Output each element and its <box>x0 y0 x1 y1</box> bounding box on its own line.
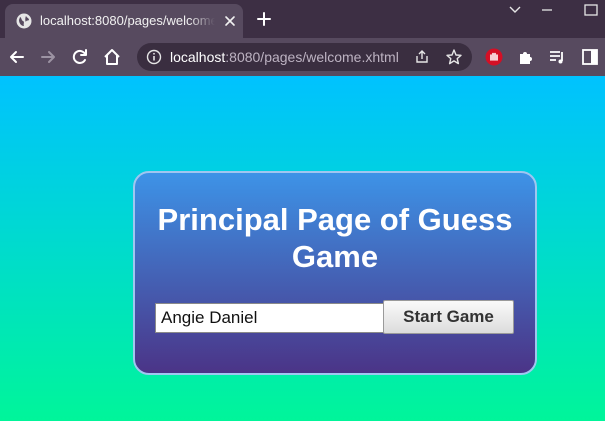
extensions-puzzle-icon[interactable] <box>516 47 536 67</box>
home-icon[interactable] <box>102 47 122 67</box>
start-game-button[interactable]: Start Game <box>383 300 514 334</box>
address-bar[interactable]: localhost:8080/pages/welcome.xhtml <box>137 43 472 71</box>
player-name-input[interactable] <box>155 303 384 333</box>
browser-tab[interactable]: localhost:8080/pages/welcome.xhtml <box>5 4 243 38</box>
url-text[interactable]: localhost:8080/pages/welcome.xhtml <box>170 49 399 65</box>
browser-titlebar: localhost:8080/pages/welcome.xhtml <box>0 0 605 38</box>
tab-title: localhost:8080/pages/welcome.xhtml <box>40 13 215 28</box>
url-path: :8080/pages/welcome.xhtml <box>225 49 399 65</box>
page-viewport: Principal Page of Guess Game Start Game <box>0 76 605 421</box>
minimize-icon[interactable] <box>538 3 556 17</box>
browser-toolbar: localhost:8080/pages/welcome.xhtml <box>0 38 605 76</box>
star-icon[interactable] <box>445 48 463 66</box>
url-host: localhost <box>170 49 226 65</box>
new-tab-icon[interactable] <box>255 10 273 28</box>
side-panel-icon[interactable] <box>580 47 600 67</box>
page-title: Principal Page of Guess Game <box>157 202 513 274</box>
globe-icon <box>16 13 32 29</box>
share-icon[interactable] <box>414 49 430 65</box>
maximize-icon[interactable] <box>582 3 600 17</box>
welcome-card: Principal Page of Guess Game Start Game <box>133 171 537 375</box>
forward-arrow-icon[interactable] <box>38 47 58 67</box>
reload-icon[interactable] <box>70 47 90 67</box>
close-tab-icon[interactable] <box>222 13 238 29</box>
chevron-down-icon[interactable] <box>506 3 524 17</box>
media-queue-icon[interactable] <box>547 47 567 67</box>
back-arrow-icon[interactable] <box>7 47 27 67</box>
info-icon[interactable] <box>146 49 162 65</box>
ad-block-extension-icon[interactable] <box>484 47 504 67</box>
